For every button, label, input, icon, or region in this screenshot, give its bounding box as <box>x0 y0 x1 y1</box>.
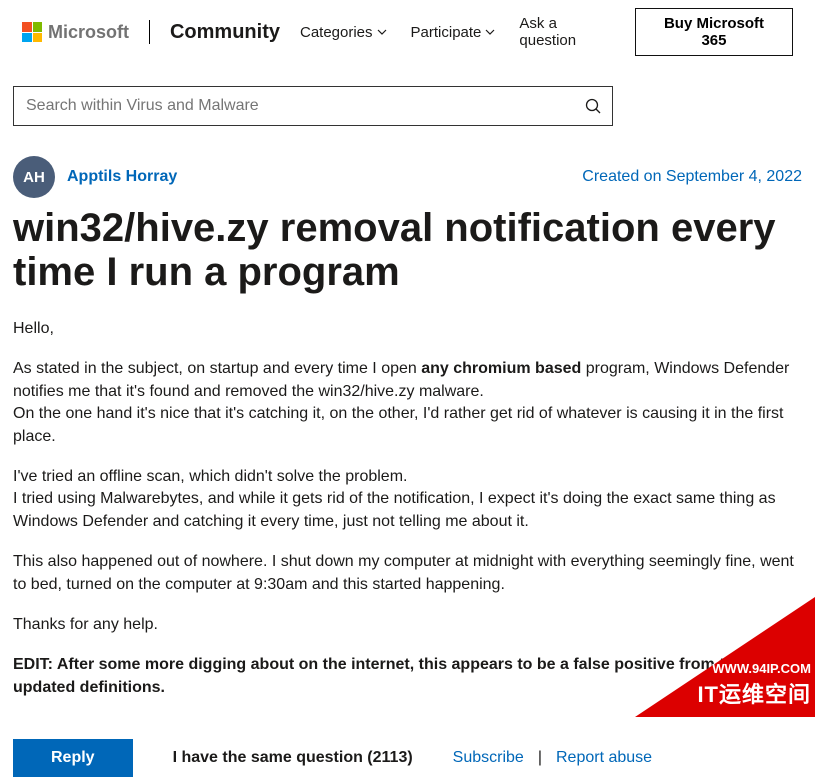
action-separator: | <box>538 749 542 767</box>
search-icon[interactable] <box>584 97 602 115</box>
chevron-down-icon <box>485 27 495 37</box>
subscribe-link[interactable]: Subscribe <box>453 749 524 767</box>
post-paragraph: I tried using Malwarebytes, and while it… <box>13 488 802 533</box>
same-question-button[interactable]: I have the same question (2113) <box>173 749 413 767</box>
reply-button[interactable]: Reply <box>13 739 133 777</box>
top-nav: Microsoft Community Categories Participa… <box>0 0 815 66</box>
nav-categories[interactable]: Categories <box>300 24 387 41</box>
post-actions: Reply I have the same question (2113) Su… <box>0 717 815 777</box>
author-link[interactable]: Apptils Horray <box>67 168 177 186</box>
post-meta: AH Apptils Horray Created on September 4… <box>13 156 802 198</box>
avatar[interactable]: AH <box>13 156 55 198</box>
search-input[interactable] <box>14 87 612 125</box>
post-paragraph: This also happened out of nowhere. I shu… <box>13 551 802 596</box>
post-paragraph: On the one hand it's nice that it's catc… <box>13 403 802 448</box>
post-body: Hello, As stated in the subject, on star… <box>13 318 802 699</box>
created-date: Created on September 4, 2022 <box>582 168 802 186</box>
microsoft-logo[interactable]: Microsoft <box>22 22 129 43</box>
post-edit-note: EDIT: After some more digging about on t… <box>13 654 802 699</box>
nav-ask-label: Ask a question <box>519 15 615 49</box>
microsoft-logo-icon <box>22 22 42 42</box>
post-paragraph: Thanks for any help. <box>13 614 802 636</box>
post-title: win32/hive.zy removal notification every… <box>13 206 802 294</box>
post-paragraph: As stated in the subject, on startup and… <box>13 358 802 403</box>
post-paragraph: Hello, <box>13 318 802 340</box>
nav-divider <box>149 20 150 44</box>
chevron-down-icon <box>377 27 387 37</box>
buy-microsoft-365-button[interactable]: Buy Microsoft 365 <box>635 8 793 56</box>
report-abuse-link[interactable]: Report abuse <box>556 749 652 767</box>
nav-participate-label: Participate <box>411 24 482 41</box>
post-paragraph: I've tried an offline scan, which didn't… <box>13 466 802 488</box>
community-link[interactable]: Community <box>170 21 280 44</box>
search-box <box>13 86 613 126</box>
nav-categories-label: Categories <box>300 24 373 41</box>
nav-participate[interactable]: Participate <box>411 24 496 41</box>
microsoft-logo-text: Microsoft <box>48 22 129 43</box>
nav-ask-question[interactable]: Ask a question <box>519 15 615 49</box>
